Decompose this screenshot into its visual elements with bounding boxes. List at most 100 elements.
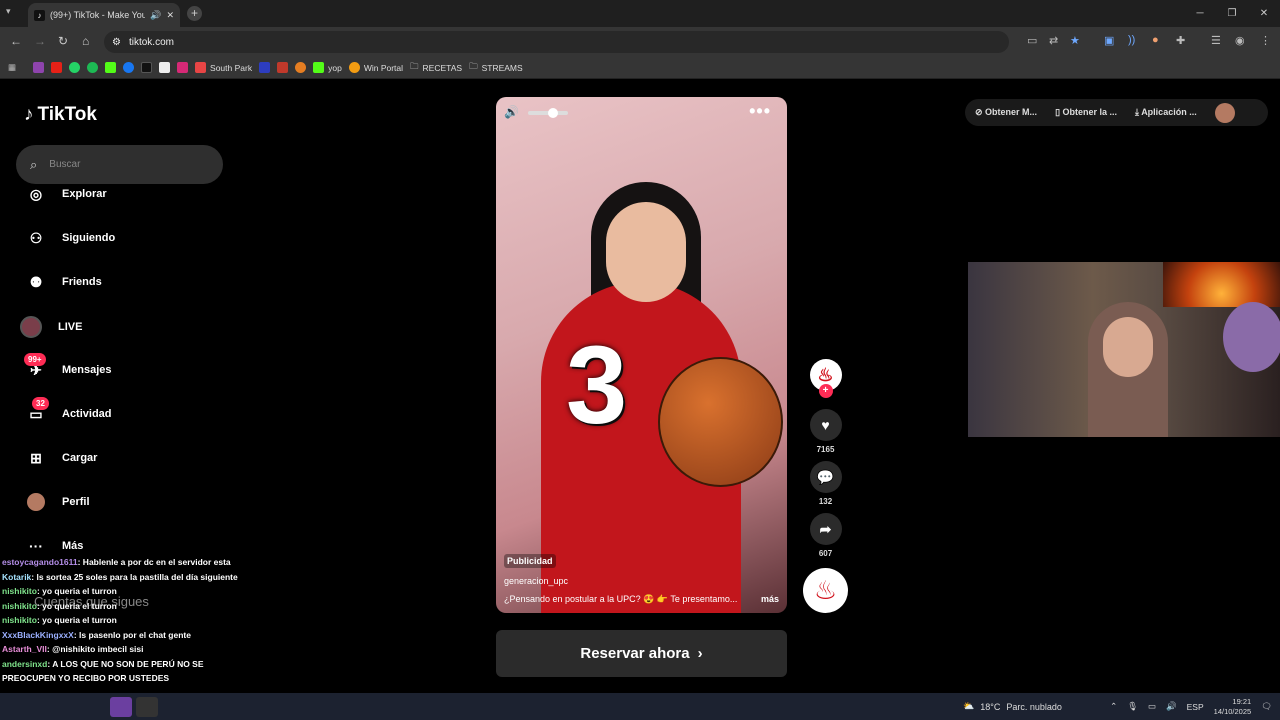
cast-icon[interactable]: ▭	[1027, 34, 1037, 47]
video-player[interactable]: 3 🔊 ••• Publicidad generacion_upc ¿Pensa…	[496, 97, 787, 613]
search-icon: ⌕	[30, 156, 38, 172]
sidebar-item-actividad[interactable]: ▭ 32 Actividad	[26, 397, 112, 424]
sidebar-item-friends[interactable]: ⚉ Friends	[26, 272, 102, 292]
folder-icon: 🗀	[469, 60, 478, 71]
bookmark-10[interactable]	[259, 62, 271, 73]
chat-message: nishikito: yo queria el turron	[2, 600, 117, 611]
close-window-button[interactable]: ✕	[1248, 0, 1280, 27]
tab-close-icon[interactable]: ✕	[166, 10, 174, 21]
sidebar-item-perfil[interactable]: Perfil	[26, 492, 90, 512]
extensions-puzzle-icon[interactable]: ✚	[1176, 34, 1185, 47]
translate-icon[interactable]: ⇄	[1049, 34, 1058, 47]
bookmark-2[interactable]	[69, 62, 81, 73]
taskbar-app-icon[interactable]	[110, 696, 132, 717]
share-icon: ➦	[809, 513, 842, 545]
sidebar-item-siguiendo[interactable]: ⚇ Siguiendo	[26, 228, 115, 248]
bookmark-5[interactable]	[123, 62, 135, 73]
reading-list-icon[interactable]: ☰	[1211, 34, 1221, 47]
sidebar-item-mensajes[interactable]: ✈ 99+ Mensajes	[24, 353, 112, 380]
restore-button[interactable]: ❐	[1216, 0, 1248, 27]
chevron-right-icon: ›	[697, 645, 703, 662]
chat-message: nishikito: yo queria el turron	[2, 615, 117, 625]
home-button[interactable]: ⌂	[82, 34, 89, 48]
extension-translate-icon[interactable]: ▣	[1104, 34, 1114, 47]
mic-icon[interactable]: 🎙	[1127, 701, 1138, 712]
bookmark-1[interactable]	[51, 62, 63, 73]
comment-button[interactable]: 💬 132	[803, 461, 848, 506]
bookmark-yop[interactable]: yop	[313, 62, 342, 73]
bookmark-folder-streams[interactable]: 🗀 STREAMS	[469, 61, 523, 75]
forward-button[interactable]: →	[34, 34, 46, 48]
bookmark-11[interactable]	[277, 62, 289, 73]
get-coins-button[interactable]: ⊘ Obtener M...	[975, 107, 1037, 118]
basketball	[658, 357, 783, 487]
extension-icon[interactable]: ●	[1152, 34, 1159, 46]
chat-message: nishikito: yo queria el turron	[2, 586, 117, 596]
volume-slider[interactable]	[528, 108, 568, 118]
get-app-button[interactable]: ▯ Obtener la ...	[1055, 107, 1117, 118]
sidebar-item-cargar[interactable]: ⊞ Cargar	[26, 448, 97, 468]
video-author[interactable]: generacion_upc	[504, 576, 779, 586]
profile-avatar-icon	[26, 492, 46, 512]
stream-chat-overlay: estoycagando1611: Hablenle a por dc en e…	[2, 555, 252, 686]
sidebar-item-explorar[interactable]: ◎ Explorar	[26, 184, 107, 204]
bookmark-star-icon[interactable]: ★	[1070, 34, 1080, 47]
volume-icon[interactable]: 🔊	[504, 105, 519, 119]
profile-icon[interactable]: ◉	[1235, 34, 1245, 47]
bookmark-12[interactable]	[295, 62, 307, 73]
sidebar-item-live[interactable]: LIVE	[20, 316, 82, 338]
countdown-number: 3	[566, 324, 628, 447]
language-indicator[interactable]: ESP	[1187, 702, 1204, 712]
like-button[interactable]: ♥ 7165	[803, 409, 848, 454]
bookmark-6[interactable]	[141, 62, 153, 73]
tab-search-icon[interactable]: ▾	[6, 6, 11, 17]
author-avatar[interactable]: ♨ +	[803, 359, 848, 398]
extension-audio-icon[interactable]: ))	[1128, 34, 1135, 46]
reservar-ahora-button[interactable]: Reservar ahora ›	[496, 630, 787, 677]
reload-button[interactable]: ↻	[58, 34, 68, 48]
url-bar[interactable]: ⚙ tiktok.com	[104, 31, 1009, 53]
message-icon: ✈ 99+	[24, 353, 46, 380]
apps-grid-icon[interactable]: ▦	[8, 62, 16, 73]
caption-more-link[interactable]: más	[761, 594, 779, 605]
system-tray: ⌃ 🎙 ▭ 🔊 ESP 19:21 14/10/2025 🗨	[1110, 693, 1272, 720]
clock[interactable]: 19:21 14/10/2025	[1214, 697, 1252, 717]
bookmark-win-portal[interactable]: Win Portal	[348, 62, 403, 73]
sidebar-item-mas[interactable]: ··· Más	[26, 536, 83, 556]
search-input[interactable]: ⌕ Buscar	[16, 145, 223, 184]
minimize-button[interactable]: ─	[1184, 0, 1216, 27]
sound-disc-icon[interactable]: ♨	[803, 568, 848, 613]
user-avatar[interactable]	[1214, 102, 1235, 123]
streamer-face-image	[1103, 317, 1153, 377]
compass-icon: ◎	[29, 186, 43, 202]
taskbar-app-icon[interactable]	[136, 696, 158, 717]
notifications-icon[interactable]: 🗨	[1261, 701, 1272, 712]
desktop-app-button[interactable]: ⤓ Aplicación ...	[1135, 107, 1197, 118]
bookmark-4[interactable]	[105, 62, 117, 73]
comment-count: 132	[818, 497, 833, 506]
tab-audio-icon[interactable]: 🔊	[150, 10, 161, 21]
browser-tab[interactable]: ♪ (99+) TikTok - Make Your D... 🔊 ✕	[28, 3, 180, 27]
bookmark-south-park[interactable]: South Park	[195, 62, 252, 73]
back-button[interactable]: ←	[10, 34, 22, 48]
weather-widget[interactable]: ⛅ 18°C Parc. nublado	[963, 693, 1062, 720]
follow-plus-icon[interactable]: +	[818, 384, 833, 398]
bookmark-8[interactable]	[177, 62, 189, 73]
speaker-icon[interactable]: 🔊	[1166, 701, 1177, 712]
new-tab-button[interactable]: +	[187, 6, 202, 21]
share-button[interactable]: ➦ 607	[803, 513, 848, 558]
browser-menu-icon[interactable]: ⋮	[1260, 34, 1271, 47]
user-follow-icon: ⚇	[29, 230, 43, 246]
tiktok-logo[interactable]: ♪ TikTok	[24, 104, 97, 126]
video-more-options-icon[interactable]: •••	[749, 101, 771, 122]
more-icon: ···	[29, 538, 43, 554]
bookmark-folder-recetas[interactable]: 🗀 RECETAS	[410, 61, 462, 75]
bookmark-3[interactable]	[87, 62, 99, 73]
tray-chevron-icon[interactable]: ⌃	[1110, 701, 1117, 712]
bookmark-7[interactable]	[159, 62, 171, 73]
bookmark-0[interactable]	[33, 62, 45, 73]
heart-icon: ♥	[809, 409, 842, 441]
network-icon[interactable]: ▭	[1148, 701, 1156, 712]
site-info-icon[interactable]: ⚙	[112, 37, 121, 48]
live-avatar-icon	[20, 316, 42, 338]
